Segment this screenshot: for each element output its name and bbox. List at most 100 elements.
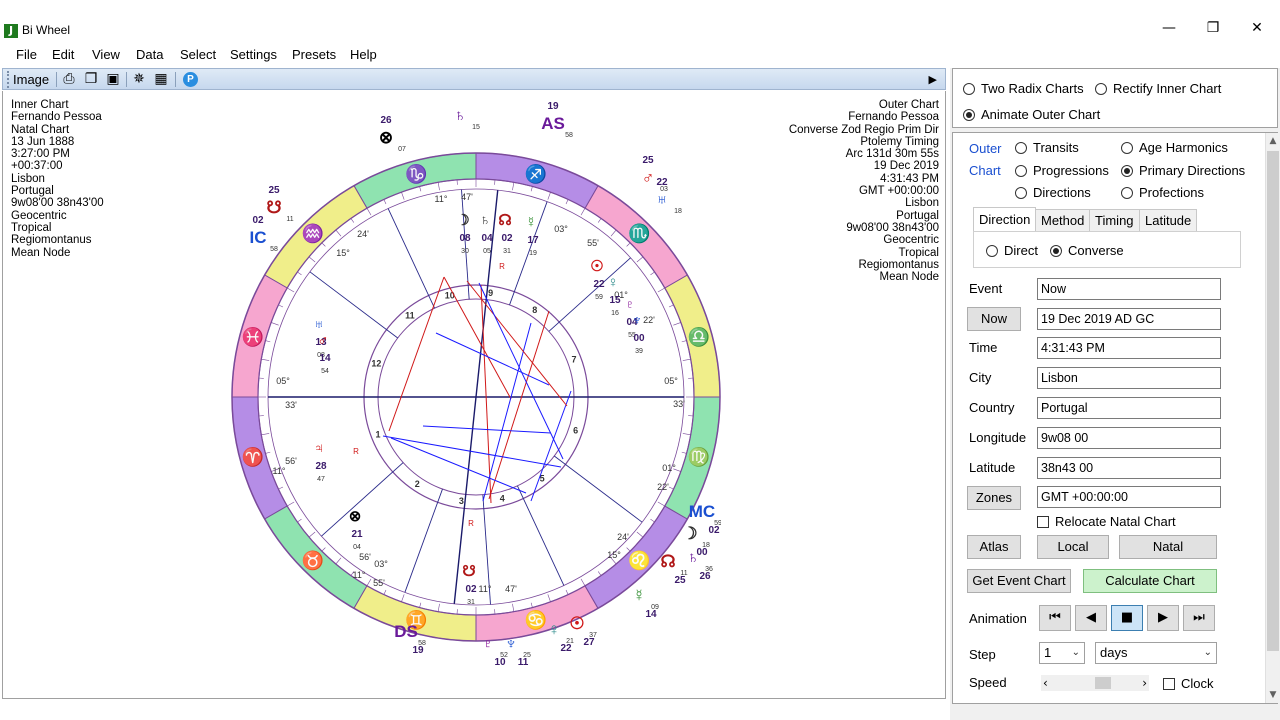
age-harmonics-radio[interactable]: Age Harmonics bbox=[1121, 140, 1228, 155]
maximize-button[interactable]: ❐ bbox=[1190, 14, 1236, 42]
inner-planet-degree: 08 bbox=[459, 233, 471, 244]
degree-tick bbox=[512, 603, 515, 612]
save-image-icon[interactable]: ▣ bbox=[104, 71, 122, 88]
transits-radio[interactable]: Transits bbox=[1015, 140, 1079, 155]
outer-info-line: Arc 131d 30m 55s bbox=[845, 148, 939, 161]
tab-timing[interactable]: Timing bbox=[1089, 209, 1140, 231]
slider-right-icon[interactable]: › bbox=[1142, 675, 1147, 691]
country-field[interactable]: Portugal bbox=[1037, 397, 1221, 419]
clock-checkbox[interactable]: Clock bbox=[1163, 676, 1214, 691]
inner-planet-degree: 17 bbox=[527, 235, 539, 246]
scroll-thumb[interactable] bbox=[1267, 151, 1279, 651]
inner-planet-minute: 05 bbox=[483, 248, 491, 255]
menu-file[interactable]: File bbox=[16, 47, 37, 62]
menu-help[interactable]: Help bbox=[350, 47, 377, 62]
play-icon[interactable]: ▶ bbox=[1147, 605, 1179, 631]
menu-select[interactable]: Select bbox=[180, 47, 216, 62]
inner-planet-minute: 59 bbox=[595, 294, 603, 301]
degree-tick bbox=[335, 229, 342, 237]
tab-direction[interactable]: Direction bbox=[973, 207, 1037, 231]
stop-icon[interactable]: ■ bbox=[1111, 605, 1143, 631]
inner-planet-minute: 04 bbox=[353, 544, 361, 551]
toolbar-separator bbox=[175, 72, 176, 87]
grid-icon[interactable]: ▦ bbox=[152, 71, 170, 88]
house-number: 4 bbox=[500, 494, 505, 504]
profections-radio[interactable]: Profections bbox=[1121, 185, 1204, 200]
menu-view[interactable]: View bbox=[92, 47, 120, 62]
step-unit-select[interactable]: days ⌄ bbox=[1095, 642, 1217, 664]
local-button[interactable]: Local bbox=[1037, 535, 1109, 559]
minimize-button[interactable]: — bbox=[1146, 14, 1192, 42]
time-field[interactable]: 4:31:43 PM bbox=[1037, 337, 1221, 359]
scroll-down-icon[interactable]: ▼ bbox=[1266, 687, 1280, 703]
last-frame-icon[interactable]: ⏭ bbox=[1183, 605, 1215, 631]
natal-button[interactable]: Natal bbox=[1119, 535, 1217, 559]
get-event-chart-button[interactable]: Get Event Chart bbox=[967, 569, 1071, 593]
copy-icon[interactable]: ❐ bbox=[82, 71, 100, 88]
menu-presets[interactable]: Presets bbox=[292, 47, 336, 62]
inner-info-line: 3:27:00 PM bbox=[11, 148, 70, 161]
scroll-up-icon[interactable]: ▲ bbox=[1266, 133, 1280, 149]
wheel-icon[interactable]: ✵ bbox=[130, 71, 148, 88]
outer-planet-minute: 58 bbox=[270, 246, 278, 253]
inner-info-line: Tropical bbox=[11, 221, 52, 234]
close-button[interactable]: ✕ bbox=[1234, 14, 1280, 42]
print-icon[interactable]: ⎙ bbox=[60, 71, 78, 88]
event-field[interactable]: Now bbox=[1037, 278, 1221, 300]
outer-label: Outer bbox=[969, 141, 1002, 156]
tab-latitude[interactable]: Latitude bbox=[1139, 209, 1198, 231]
inner-planet-degree: 14 bbox=[319, 353, 331, 364]
menu-data[interactable]: Data bbox=[136, 47, 163, 62]
toolbar-separator bbox=[56, 72, 57, 87]
degree-tick bbox=[565, 199, 569, 205]
degree-tick bbox=[673, 322, 681, 326]
animate-outer-radio[interactable]: Animate Outer Chart bbox=[963, 107, 1100, 122]
direct-radio[interactable]: Direct bbox=[986, 243, 1038, 258]
longitude-field[interactable]: 9w08 00 bbox=[1037, 427, 1221, 449]
outer-planet-glyph: ♂ bbox=[642, 168, 655, 187]
date-field[interactable]: 19 Dec 2019 AD GC bbox=[1037, 308, 1221, 330]
converse-radio[interactable]: Converse bbox=[1050, 243, 1124, 258]
degree-tick bbox=[547, 594, 551, 602]
primary-directions-radio[interactable]: Primary Directions bbox=[1121, 163, 1245, 178]
outer-planet-degree: 02 bbox=[252, 215, 264, 226]
image-menu-button[interactable]: Image bbox=[7, 71, 53, 88]
first-frame-icon[interactable]: ⏮ bbox=[1039, 605, 1071, 631]
outer-info-line: Converse Zod Regio Prim Dir bbox=[788, 123, 939, 136]
cusp-degree-label: 56' bbox=[359, 552, 371, 562]
sign-glyph: ♑ bbox=[405, 163, 427, 184]
calculate-chart-button[interactable]: Calculate Chart bbox=[1083, 569, 1217, 593]
progressions-radio[interactable]: Progressions bbox=[1015, 163, 1109, 178]
panel-scrollbar[interactable]: ▲ ▼ bbox=[1265, 133, 1279, 703]
directions-radio[interactable]: Directions bbox=[1015, 185, 1091, 200]
now-button[interactable]: Now bbox=[967, 307, 1021, 331]
control-panel: Two Radix Charts Rectify Inner Chart Ani… bbox=[950, 68, 1280, 720]
degree-tick bbox=[681, 451, 687, 454]
step-value-select[interactable]: 1 ⌄ bbox=[1039, 642, 1085, 664]
two-radix-radio[interactable]: Two Radix Charts bbox=[963, 81, 1084, 96]
retrograde-mark: R bbox=[353, 447, 359, 456]
degree-tick bbox=[437, 182, 440, 191]
house-cusp-line bbox=[404, 488, 443, 593]
rectify-radio[interactable]: Rectify Inner Chart bbox=[1095, 81, 1221, 96]
outer-planet-minute: 52 bbox=[500, 652, 508, 659]
menu-settings[interactable]: Settings bbox=[230, 47, 277, 62]
relocate-checkbox[interactable]: Relocate Natal Chart bbox=[1037, 514, 1176, 529]
speed-slider[interactable]: ‹ › bbox=[1041, 675, 1149, 691]
menu-edit[interactable]: Edit bbox=[52, 47, 74, 62]
step-back-icon[interactable]: ◀ bbox=[1075, 605, 1107, 631]
atlas-button[interactable]: Atlas bbox=[967, 535, 1021, 559]
zone-field[interactable]: GMT +00:00:00 bbox=[1037, 486, 1221, 508]
latitude-field[interactable]: 38n43 00 bbox=[1037, 457, 1221, 479]
expand-arrow-icon[interactable]: ▶ bbox=[929, 71, 937, 88]
city-field[interactable]: Lisbon bbox=[1037, 367, 1221, 389]
degree-tick bbox=[437, 603, 440, 612]
zones-button[interactable]: Zones bbox=[967, 486, 1021, 510]
slider-left-icon[interactable]: ‹ bbox=[1043, 675, 1048, 691]
cusp-degree-label: 56' bbox=[285, 456, 297, 466]
degree-tick bbox=[366, 208, 372, 216]
p-icon[interactable]: P bbox=[183, 72, 198, 87]
outer-planet-minute: 58 bbox=[418, 640, 426, 647]
speed-slider-thumb[interactable] bbox=[1095, 677, 1111, 689]
tab-method[interactable]: Method bbox=[1035, 209, 1091, 231]
